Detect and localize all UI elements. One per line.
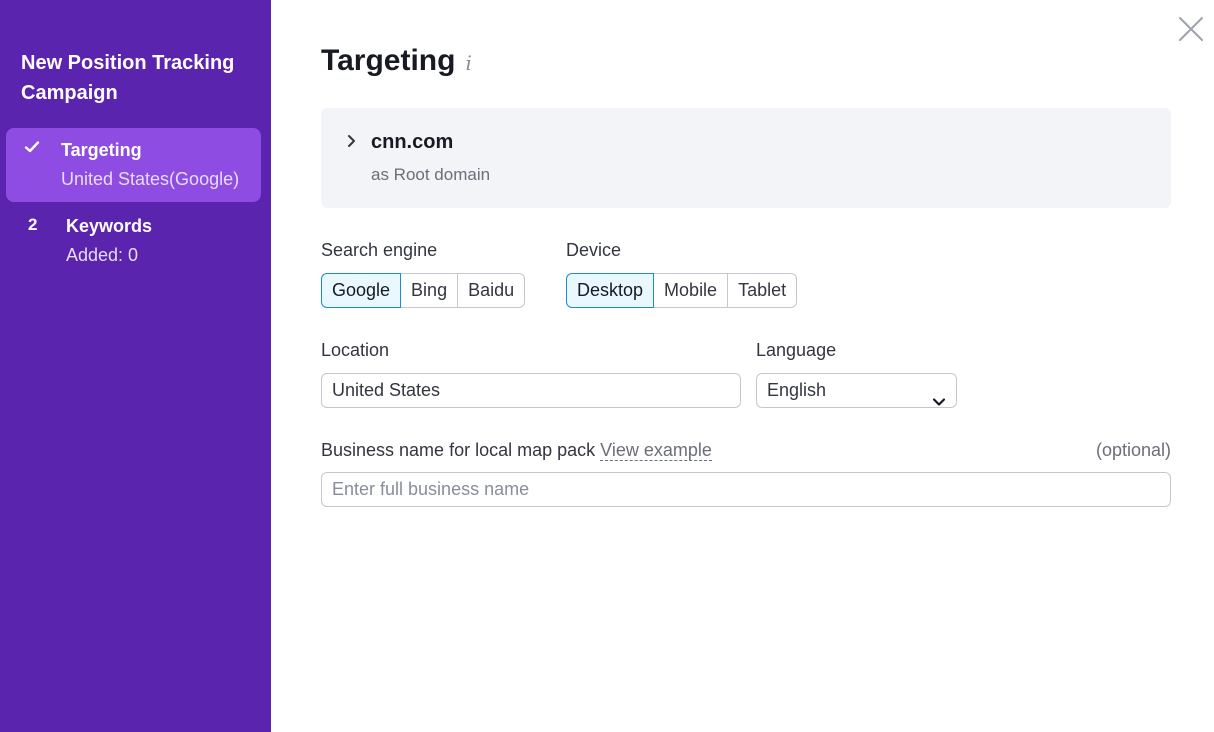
- location-label: Location: [321, 340, 390, 360]
- business-name-label: Business name for local map pack View ex…: [321, 440, 712, 461]
- device-label: Device: [566, 240, 622, 260]
- language-label: Language: [756, 340, 837, 360]
- domain-type: as Root domain: [371, 165, 491, 184]
- search-engine-selector: Google Bing Baidu: [321, 273, 526, 308]
- search-engine-google-button[interactable]: Google: [321, 273, 402, 308]
- language-select[interactable]: English: [756, 373, 957, 408]
- step-keywords-summary: Added: 0: [66, 245, 139, 265]
- step-number: 2: [28, 215, 38, 234]
- check-icon: [24, 140, 44, 160]
- search-engine-bing-button[interactable]: Bing: [401, 273, 459, 308]
- business-name-label-text: Business name for local map pack: [321, 440, 596, 460]
- step-keywords-label: Keywords: [66, 216, 153, 236]
- step-keywords[interactable]: 2 Keywords Added: 0: [6, 204, 261, 274]
- campaign-title: New Position Tracking Campaign: [21, 52, 235, 104]
- info-icon[interactable]: i: [465, 51, 471, 75]
- domain-card: cnn.com as Root domain: [321, 108, 1171, 208]
- view-example-link[interactable]: View example: [600, 440, 712, 461]
- language-value: English: [767, 380, 827, 400]
- device-tablet-button[interactable]: Tablet: [728, 273, 798, 308]
- page-title: Targeting i: [321, 44, 472, 78]
- search-engine-label: Search engine: [321, 240, 438, 260]
- step-targeting[interactable]: Targeting United States(Google): [6, 128, 261, 202]
- domain-name: cnn.com: [371, 131, 454, 153]
- location-input[interactable]: United States: [321, 373, 741, 408]
- step-targeting-label: Targeting: [61, 140, 142, 160]
- search-engine-baidu-button[interactable]: Baidu: [458, 273, 526, 308]
- device-mobile-button[interactable]: Mobile: [654, 273, 729, 308]
- business-name-input[interactable]: Enter full business name: [321, 472, 1171, 507]
- page-title-text: Targeting: [321, 44, 456, 77]
- chevron-down-icon: [932, 385, 946, 406]
- close-icon[interactable]: [1177, 15, 1205, 43]
- chevron-right-icon[interactable]: [345, 134, 359, 148]
- device-selector: Desktop Mobile Tablet: [566, 273, 798, 308]
- step-targeting-summary: United States(Google): [61, 169, 240, 189]
- sidebar: New Position Tracking Campaign Targeting…: [0, 0, 271, 732]
- device-desktop-button[interactable]: Desktop: [566, 273, 655, 308]
- optional-hint: (optional): [1095, 440, 1171, 460]
